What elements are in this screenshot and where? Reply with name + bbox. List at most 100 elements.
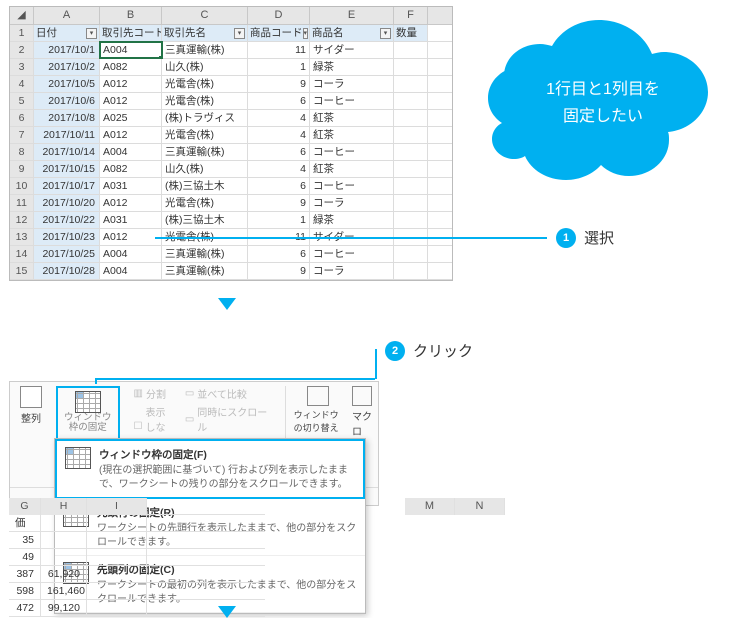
hdr-code[interactable]: 取引先コード▾ <box>100 25 162 41</box>
cell[interactable]: (株)トラヴィス <box>162 110 248 126</box>
cell[interactable] <box>394 161 428 177</box>
cell[interactable]: 9 <box>248 195 310 211</box>
cell[interactable]: 472 <box>9 600 41 617</box>
row-num[interactable]: 4 <box>10 76 34 92</box>
cell[interactable] <box>394 59 428 75</box>
col-H[interactable]: H <box>41 498 87 515</box>
filter-icon[interactable]: ▾ <box>303 28 309 39</box>
cell[interactable]: 光電舎(株) <box>162 195 248 211</box>
cell[interactable]: 6 <box>248 246 310 262</box>
switch-window-button[interactable]: ウィンドウの切り替え <box>294 386 342 438</box>
cell-label[interactable]: 価 <box>9 515 41 532</box>
row-num[interactable]: 11 <box>10 195 34 211</box>
cell[interactable]: 11 <box>248 42 310 58</box>
cell[interactable]: 2017/10/14 <box>34 144 100 160</box>
cell[interactable] <box>394 246 428 262</box>
cell[interactable]: 4 <box>248 110 310 126</box>
cell[interactable]: A012 <box>100 195 162 211</box>
cell[interactable]: コーヒー <box>310 93 394 109</box>
cell[interactable]: コーヒー <box>310 144 394 160</box>
cell[interactable]: A031 <box>100 178 162 194</box>
cell[interactable]: 山久(株) <box>162 59 248 75</box>
cell[interactable] <box>394 42 428 58</box>
row-num[interactable]: 5 <box>10 93 34 109</box>
row-num[interactable]: 9 <box>10 161 34 177</box>
cell[interactable]: 6 <box>248 93 310 109</box>
cell[interactable]: A004 <box>100 263 162 279</box>
cell[interactable] <box>41 532 87 549</box>
cell[interactable]: 2017/10/1 <box>34 42 100 58</box>
cell[interactable]: コーヒー <box>310 246 394 262</box>
cell[interactable]: A004 <box>100 246 162 262</box>
cell[interactable] <box>394 110 428 126</box>
cell[interactable]: A031 <box>100 212 162 228</box>
row-num[interactable]: 12 <box>10 212 34 228</box>
cell[interactable]: 1 <box>248 59 310 75</box>
cell[interactable]: コーラ <box>310 76 394 92</box>
col-G[interactable]: G <box>9 498 41 515</box>
cell[interactable] <box>394 263 428 279</box>
cell[interactable]: 山久(株) <box>162 161 248 177</box>
cell[interactable]: (株)三協土木 <box>162 212 248 228</box>
cell[interactable]: 緑茶 <box>310 59 394 75</box>
cell[interactable]: サイダー <box>310 42 394 58</box>
row-num[interactable]: 13 <box>10 229 34 245</box>
row-num[interactable]: 10 <box>10 178 34 194</box>
cell[interactable]: 99,120 <box>41 600 87 617</box>
cell[interactable]: 2017/10/28 <box>34 263 100 279</box>
cell[interactable]: 光電舎(株) <box>162 127 248 143</box>
cell[interactable]: 三真運輸(株) <box>162 246 248 262</box>
col-F[interactable]: F <box>394 7 428 24</box>
macro-button[interactable]: マクロ <box>352 386 372 438</box>
cell[interactable]: A012 <box>100 127 162 143</box>
cell[interactable]: 三真運輸(株) <box>162 42 248 58</box>
cell[interactable]: 49 <box>9 549 41 566</box>
row-num[interactable]: 3 <box>10 59 34 75</box>
row-num[interactable]: 15 <box>10 263 34 279</box>
cell[interactable] <box>394 93 428 109</box>
col-E[interactable]: E <box>310 7 394 24</box>
spreadsheet-top[interactable]: ◢ A B C D E F 1 日付▾ 取引先コード▾ 取引先名▾ 商品コード▾… <box>9 6 453 281</box>
cell[interactable] <box>87 532 147 549</box>
cell[interactable] <box>394 195 428 211</box>
cell[interactable]: 2017/10/5 <box>34 76 100 92</box>
row-num[interactable]: 1 <box>10 25 34 41</box>
cell[interactable] <box>87 549 147 566</box>
cell[interactable] <box>394 212 428 228</box>
row-num[interactable]: 7 <box>10 127 34 143</box>
hdr-pcode[interactable]: 商品コード▾ <box>248 25 310 41</box>
cell[interactable]: 2017/10/11 <box>34 127 100 143</box>
col-D[interactable]: D <box>248 7 310 24</box>
col-C[interactable]: C <box>162 7 248 24</box>
hdr-date[interactable]: 日付▾ <box>34 25 100 41</box>
hdr-name[interactable]: 取引先名▾ <box>162 25 248 41</box>
cell[interactable]: 紅茶 <box>310 127 394 143</box>
arrange-button[interactable]: 整列 <box>20 386 42 425</box>
cell[interactable]: 6 <box>248 144 310 160</box>
cell[interactable]: 598 <box>9 583 41 600</box>
cell[interactable]: 紅茶 <box>310 110 394 126</box>
cell[interactable]: 35 <box>9 532 41 549</box>
hdr-qty[interactable]: 数量 <box>394 25 428 41</box>
cell[interactable]: A004 <box>100 144 162 160</box>
cell[interactable]: 緑茶 <box>310 212 394 228</box>
filter-icon[interactable]: ▾ <box>234 28 245 39</box>
filter-icon[interactable]: ▾ <box>86 28 97 39</box>
cell[interactable]: A012 <box>100 229 162 245</box>
cell[interactable]: 9 <box>248 76 310 92</box>
cell[interactable]: 2017/10/23 <box>34 229 100 245</box>
spreadsheet-bottom[interactable]: G H I 価 354938761,920598161,46047299,120 <box>9 498 265 617</box>
cell[interactable]: 2017/10/17 <box>34 178 100 194</box>
cell[interactable]: 2017/10/8 <box>34 110 100 126</box>
cell[interactable] <box>394 144 428 160</box>
cell[interactable]: 光電舎(株) <box>162 76 248 92</box>
row-num[interactable]: 6 <box>10 110 34 126</box>
cell[interactable]: コーラ <box>310 195 394 211</box>
col-N[interactable]: N <box>455 498 505 515</box>
split-button[interactable]: ▥ 分割 <box>134 386 171 401</box>
cell[interactable]: A004 <box>100 42 162 58</box>
cell[interactable]: A012 <box>100 76 162 92</box>
cell[interactable]: A082 <box>100 161 162 177</box>
cell[interactable]: 61,920 <box>41 566 87 583</box>
hdr-pname[interactable]: 商品名▾ <box>310 25 394 41</box>
